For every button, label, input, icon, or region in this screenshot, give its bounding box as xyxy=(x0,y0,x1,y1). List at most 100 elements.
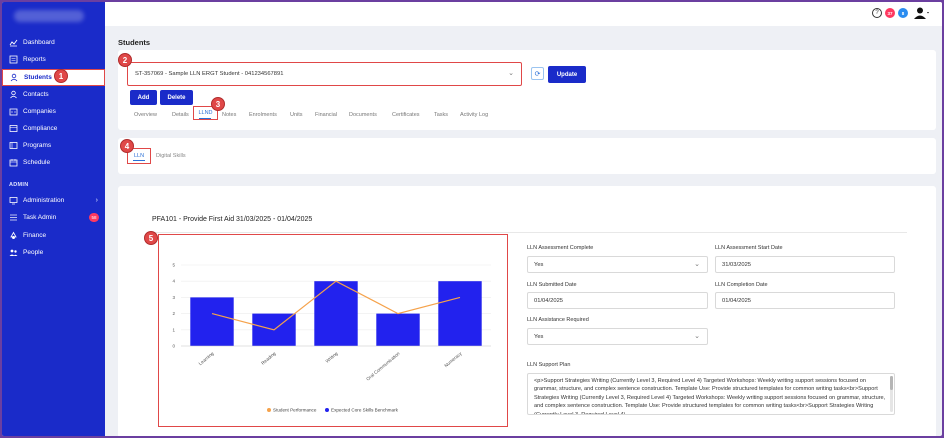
annotation-badge-3: 3 xyxy=(211,97,225,111)
tab-units[interactable]: Units xyxy=(290,112,303,118)
completion-date-label: LLN Completion Date xyxy=(715,282,768,288)
user-avatar-icon[interactable] xyxy=(914,7,930,19)
sidebar-item-finance[interactable]: Finance xyxy=(2,228,105,243)
annotation-badge-5: 5 xyxy=(144,231,158,245)
y-tick-label: 0 xyxy=(172,344,175,349)
tab-details[interactable]: Details xyxy=(172,112,189,118)
add-button[interactable]: Add xyxy=(130,90,157,105)
start-date-input[interactable]: 31/03/2025 xyxy=(715,256,895,273)
annotation-badge-2: 2 xyxy=(118,53,132,67)
refresh-icon: ⟳ xyxy=(534,70,541,78)
start-date-label: LLN Assessment Start Date xyxy=(715,245,783,251)
assistance-required-value: Yes xyxy=(534,333,544,340)
help-icon[interactable]: ? xyxy=(872,8,882,18)
sidebar-item-label: Dashboard xyxy=(23,39,55,46)
notification-badge-red[interactable]: 37 xyxy=(885,8,895,18)
support-plan-label: LLN Support Plan xyxy=(527,362,571,368)
programs-icon xyxy=(9,141,18,150)
tab-overview[interactable]: Overview xyxy=(134,112,157,118)
support-plan-scrollbar-thumb[interactable] xyxy=(890,376,893,390)
subtab-card xyxy=(118,138,936,174)
refresh-button[interactable]: ⟳ xyxy=(531,67,544,80)
legend-label-student-performance: Student Performance xyxy=(273,408,317,413)
sidebar-item-compliance[interactable]: Compliance xyxy=(2,121,105,136)
update-button[interactable]: Update xyxy=(548,66,586,83)
tab-notes[interactable]: Notes xyxy=(222,112,236,118)
legend-swatch-student-performance xyxy=(267,408,271,412)
chevron-down-icon: ⌄ xyxy=(508,70,514,77)
tab-documents[interactable]: Documents xyxy=(349,112,377,118)
chart-bar xyxy=(438,281,482,346)
submitted-date-value: 01/04/2025 xyxy=(534,297,564,304)
chart-bar xyxy=(314,281,358,346)
sidebar-item-administration[interactable]: Administration › xyxy=(2,193,105,208)
chevron-down-icon: ⌄ xyxy=(694,333,700,340)
submitted-date-input[interactable]: 01/04/2025 xyxy=(527,292,708,309)
schedule-icon xyxy=(9,158,18,167)
dashboard-icon xyxy=(9,38,18,47)
sidebar-item-label: Task Admin xyxy=(23,214,57,221)
assistance-required-label: LLN Assistance Required xyxy=(527,317,589,323)
legend-label-benchmark: Expected Core Skills Benchmark xyxy=(331,408,399,413)
unit-section-title: PFA101 - Provide First Aid 31/03/2025 - … xyxy=(152,216,313,223)
subtab-active-indicator xyxy=(133,160,145,161)
sidebar-item-label: Programs xyxy=(23,142,52,149)
support-plan-textarea[interactable]: <p>Support Strategies Writing (Currently… xyxy=(527,373,895,415)
top-bar: ? 37 8 xyxy=(105,2,942,26)
sidebar-item-dashboard[interactable]: Dashboard xyxy=(2,35,105,50)
sidebar-item-reports[interactable]: Reports xyxy=(2,52,105,67)
sidebar-item-programs[interactable]: Programs xyxy=(2,138,105,153)
sidebar-item-label: Reports xyxy=(23,56,46,63)
annotation-badge-4: 4 xyxy=(120,139,134,153)
tab-tasks[interactable]: Tasks xyxy=(434,112,448,118)
submitted-date-label: LLN Submitted Date xyxy=(527,282,577,288)
students-icon xyxy=(10,73,19,82)
tab-certificates[interactable]: Certificates xyxy=(392,112,420,118)
annotation-badge-1: 1 xyxy=(54,69,68,83)
reports-icon xyxy=(9,55,18,64)
assistance-required-select[interactable]: Yes ⌄ xyxy=(527,328,708,345)
compliance-icon xyxy=(9,124,18,133)
page-title: Students xyxy=(118,38,151,47)
sidebar-item-label: People xyxy=(23,249,44,256)
chart-bar xyxy=(376,313,420,346)
finance-icon xyxy=(9,231,18,240)
lln-bar-line-chart: 0 1 2 3 4 5 Learning Reading Writing Oral Communi… xyxy=(172,263,491,413)
student-select-value: ST-357069 - Sample LLN ERGT Student - 04… xyxy=(135,71,284,77)
sidebar-item-task-admin[interactable]: Task Admin 58 xyxy=(2,210,105,225)
notification-badge-blue[interactable]: 8 xyxy=(898,8,908,18)
x-tick-label: Reading xyxy=(260,351,277,366)
app-window: Dashboard Reports Students Contacts Comp… xyxy=(2,2,942,436)
sidebar-item-label: Students xyxy=(24,74,52,81)
completion-date-input[interactable]: 01/04/2025 xyxy=(715,292,895,309)
tab-activity-log[interactable]: Activity Log xyxy=(460,112,488,118)
sidebar-item-schedule[interactable]: Schedule xyxy=(2,155,105,170)
completion-date-value: 01/04/2025 xyxy=(722,297,752,304)
sidebar-item-label: Companies xyxy=(23,108,56,115)
y-tick-label: 2 xyxy=(172,311,175,316)
chevron-right-icon: › xyxy=(95,197,98,204)
assessment-complete-value: Yes xyxy=(534,261,544,268)
legend-swatch-benchmark xyxy=(325,408,329,412)
assessment-complete-select[interactable]: Yes ⌄ xyxy=(527,256,708,273)
subtab-digital-skills[interactable]: Digital Skills xyxy=(156,153,186,159)
y-tick-label: 1 xyxy=(172,327,175,332)
companies-icon xyxy=(9,107,18,116)
tab-enrolments[interactable]: Enrolments xyxy=(249,112,277,118)
student-select[interactable]: ST-357069 - Sample LLN ERGT Student - 04… xyxy=(127,62,522,86)
sidebar-item-contacts[interactable]: Contacts xyxy=(2,87,105,102)
sidebar-item-companies[interactable]: Companies xyxy=(2,104,105,119)
x-tick-label: Learning xyxy=(198,351,215,367)
logo[interactable] xyxy=(14,10,84,22)
delete-button[interactable]: Delete xyxy=(160,90,193,105)
lln-chart-container: 0 1 2 3 4 5 Learning Reading Writing Oral Communi… xyxy=(158,234,508,427)
x-tick-label: Oral Communication xyxy=(365,351,401,382)
y-tick-label: 4 xyxy=(172,279,175,284)
x-tick-label: Writing xyxy=(325,351,339,364)
admin-heading: ADMIN xyxy=(9,182,29,188)
chart-bar xyxy=(190,297,234,346)
start-date-value: 31/03/2025 xyxy=(722,261,752,268)
y-tick-label: 5 xyxy=(172,263,175,268)
sidebar-item-people[interactable]: People xyxy=(2,245,105,260)
tab-financial[interactable]: Financial xyxy=(315,112,337,118)
